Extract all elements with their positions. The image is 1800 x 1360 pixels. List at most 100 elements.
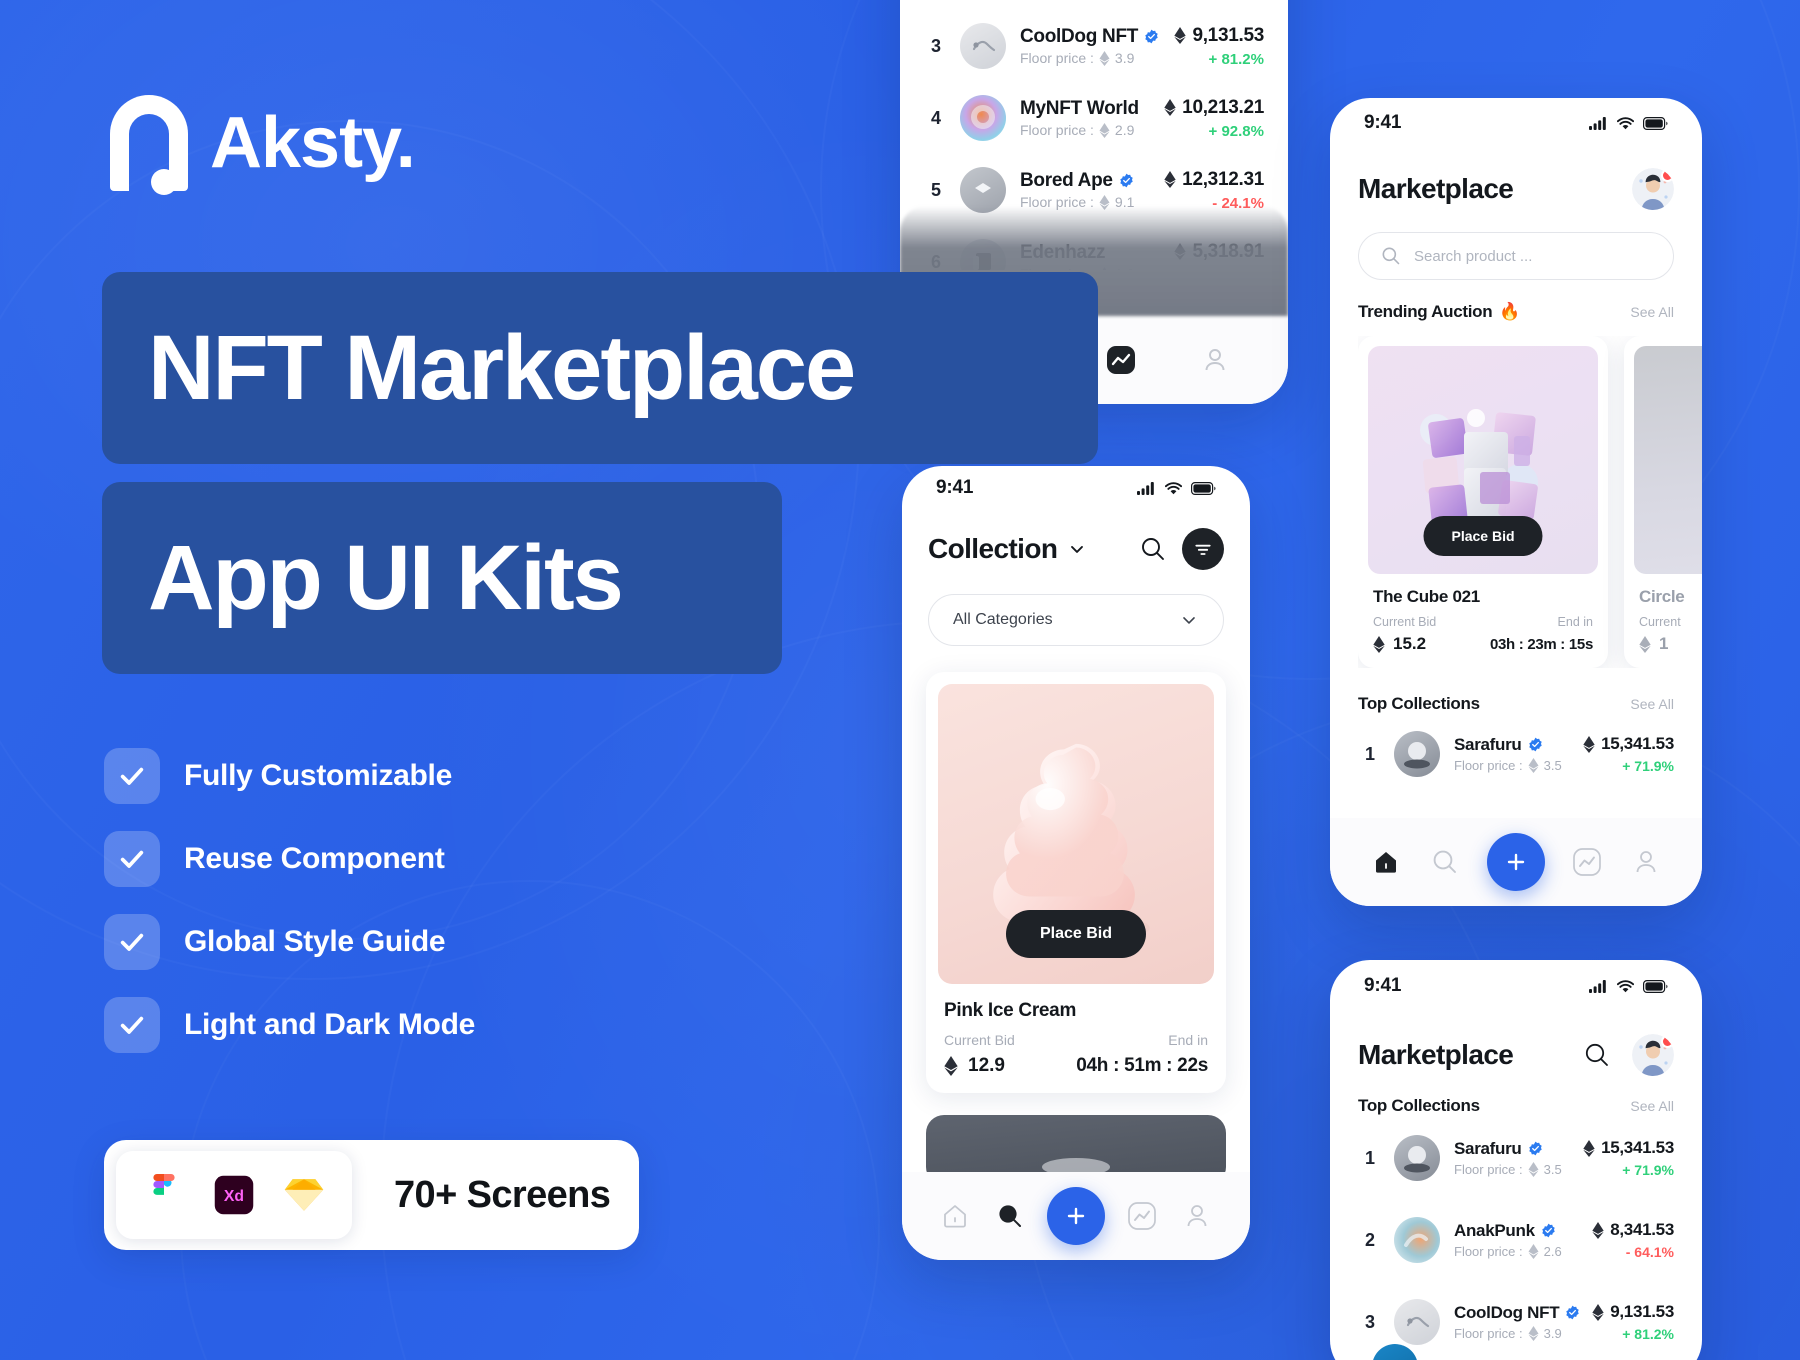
verified-badge-icon	[1145, 29, 1158, 44]
avatar	[1394, 1217, 1440, 1263]
table-row[interactable]: 4 MyNFT World Floor price : 2.9 10,213.2…	[900, 82, 1288, 154]
add-button[interactable]	[1486, 833, 1545, 891]
nft-artwork-pink-ice-cream: Place Bid	[938, 684, 1214, 984]
nft-card[interactable]: Place Bid Pink Ice Cream Current Bid End…	[926, 672, 1226, 1093]
adobe-xd-icon: Xd	[214, 1175, 254, 1215]
countdown-value: 03h : 23m : 15s	[1489, 635, 1593, 653]
avatar[interactable]	[1632, 168, 1674, 210]
tab-home[interactable]	[938, 1199, 972, 1233]
search-input[interactable]: Search product ...	[1358, 232, 1674, 280]
tab-activity[interactable]	[1104, 343, 1138, 377]
table-row[interactable]: 1 Sarafuru Floor price : 3.5 15,341.53 +…	[1330, 1122, 1702, 1194]
trending-auction-label: Trending Auction	[1358, 302, 1493, 321]
ethereum-icon	[1583, 735, 1595, 753]
nft-name: Pink Ice Cream	[944, 1000, 1077, 1021]
see-all-link[interactable]: See All	[1630, 696, 1674, 712]
verified-badge-icon	[1528, 1142, 1542, 1156]
floor-price-label: Floor price :	[1454, 1325, 1523, 1341]
floor-price-value: 3.5	[1543, 1161, 1562, 1177]
auction-card[interactable]: Place Bid Circle Current 1	[1624, 336, 1702, 668]
search-icon[interactable]	[1584, 1042, 1610, 1068]
verified-badge-icon	[1119, 173, 1133, 188]
fire-icon: 🔥	[1499, 302, 1521, 321]
floor-price-label: Floor price :	[1020, 122, 1094, 139]
feature-label: Global Style Guide	[184, 925, 446, 958]
table-row[interactable]: 3 CoolDog NFT Floor price : 3.9 9,131.53…	[900, 10, 1288, 82]
status-bar: 9:41	[1330, 960, 1702, 1004]
avatar	[1394, 1299, 1440, 1345]
wifi-icon	[1165, 481, 1182, 494]
see-all-link[interactable]: See All	[1630, 1098, 1674, 1114]
price-value: 8,341.53	[1610, 1220, 1674, 1239]
change-percent: + 81.2%	[1208, 50, 1264, 68]
rank-number: 2	[1364, 1229, 1375, 1250]
price-value: 9,131.53	[1610, 1302, 1674, 1321]
trending-auction-header: Trending Auction 🔥 See All	[1330, 302, 1702, 322]
change-percent: + 81.2%	[1622, 1326, 1674, 1342]
wifi-icon	[1617, 116, 1634, 129]
price-value: 15,341.53	[1601, 1138, 1674, 1157]
rank-number: 4	[930, 107, 941, 128]
place-bid-button[interactable]: Place Bid	[1423, 516, 1543, 556]
headline-plate-1: NFT Marketplace	[102, 272, 1098, 464]
status-bar: 9:41	[902, 466, 1250, 510]
current-bid-label: Current Bid	[944, 1032, 1015, 1048]
tab-home[interactable]	[1369, 845, 1403, 879]
top-collections-header: Top Collections See All	[1330, 694, 1702, 714]
rank-number: 5	[930, 179, 941, 200]
end-in-label: End in	[1557, 615, 1593, 629]
table-row[interactable]: 2 AnakPunk Floor price : 2.6 8,341.53 - …	[1330, 1204, 1702, 1276]
floor-price-value: 3.5	[1543, 757, 1562, 773]
floor-price-label: Floor price :	[1454, 757, 1523, 773]
nft-name: Circle	[1639, 587, 1685, 606]
ethereum-icon	[1099, 122, 1110, 138]
top-collections-label: Top Collections	[1358, 694, 1480, 713]
verified-badge-icon	[1542, 1224, 1555, 1238]
verified-badge-icon	[1528, 738, 1542, 752]
tab-activity[interactable]	[1570, 845, 1604, 879]
rank-number: 1	[1364, 743, 1375, 764]
add-button[interactable]	[1046, 1187, 1105, 1245]
battery-icon	[1643, 979, 1668, 993]
filter-icon	[1195, 544, 1211, 555]
floor-price-label: Floor price :	[1454, 1243, 1523, 1259]
see-all-link[interactable]: See All	[1630, 304, 1674, 320]
place-bid-button[interactable]: Place Bid	[1005, 910, 1147, 958]
ethereum-icon	[1373, 635, 1385, 653]
brand-name: Aksty.	[210, 103, 416, 183]
floor-price-value: 3.9	[1114, 50, 1135, 67]
collection-name: CoolDog NFT	[1020, 25, 1139, 47]
auction-card[interactable]: Place Bid The Cube 021 Current Bid End i…	[1358, 336, 1608, 668]
tab-profile[interactable]	[1629, 845, 1663, 879]
trending-auction-carousel[interactable]: Place Bid The Cube 021 Current Bid End i…	[1358, 336, 1702, 668]
feature-item: Light and Dark Mode	[104, 997, 475, 1053]
top-collections-label: Top Collections	[1358, 1096, 1480, 1115]
filter-button[interactable]	[1182, 528, 1224, 570]
check-icon	[104, 997, 160, 1053]
rank-number: 3	[930, 35, 941, 56]
rank-number: 1	[1364, 1147, 1375, 1168]
page-title[interactable]: Collection	[928, 533, 1087, 565]
chevron-down-icon[interactable]	[1067, 539, 1087, 559]
table-row[interactable]: 1 Sarafuru Floor price : 3.5 15,341.53 +…	[1330, 718, 1702, 790]
battery-icon	[1191, 481, 1216, 495]
change-percent: + 71.9%	[1622, 758, 1674, 774]
search-icon[interactable]	[1140, 536, 1166, 562]
collection-title-label: Collection	[928, 533, 1058, 564]
tab-activity[interactable]	[1125, 1199, 1159, 1233]
tab-search[interactable]	[1428, 845, 1462, 879]
nft-artwork-circle: Place Bid	[1634, 346, 1702, 574]
tab-profile[interactable]	[1198, 343, 1232, 377]
change-percent: - 64.1%	[1625, 1244, 1674, 1260]
tab-search[interactable]	[993, 1199, 1027, 1233]
tab-profile[interactable]	[1180, 1199, 1214, 1233]
ethereum-icon	[1099, 50, 1110, 66]
avatar[interactable]	[1632, 1034, 1674, 1076]
collection-name: Sarafuru	[1454, 735, 1522, 755]
svg-text:Xd: Xd	[224, 1188, 244, 1205]
collection-header: Collection	[902, 510, 1250, 570]
feature-label: Reuse Component	[184, 842, 445, 875]
tab-bar	[902, 1172, 1250, 1260]
category-select[interactable]: All Categories	[928, 594, 1224, 646]
marketplace-header: Marketplace	[1330, 142, 1702, 210]
